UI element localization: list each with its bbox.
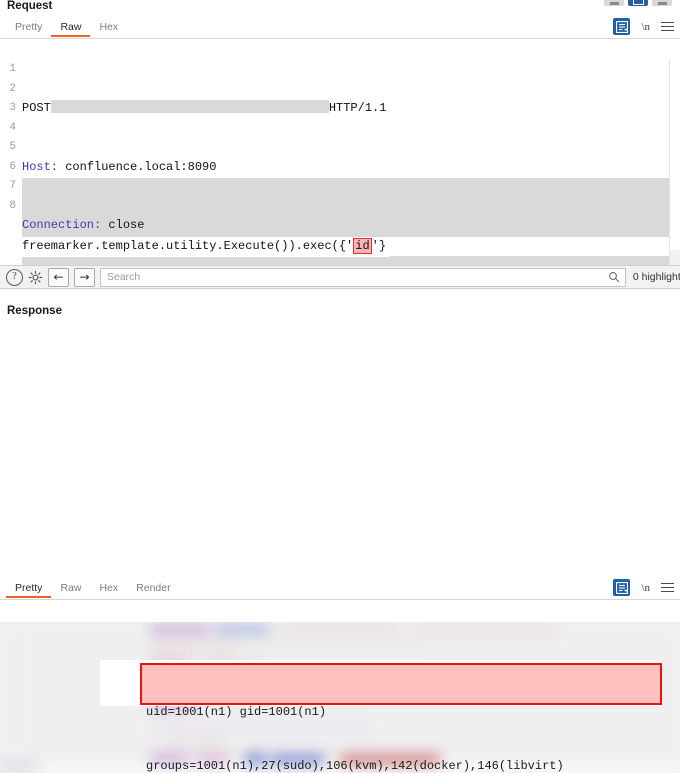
request-tab-bar: Pretty Raw Hex \n bbox=[0, 17, 680, 39]
tab-request-pretty[interactable]: Pretty bbox=[6, 18, 51, 37]
word-wrap-icon[interactable] bbox=[613, 579, 631, 596]
search-input-wrapper[interactable] bbox=[100, 267, 626, 287]
response-toolbar: \n bbox=[613, 579, 674, 596]
search-back-button[interactable]: ← bbox=[48, 267, 69, 287]
request-line-1: POST HTTP/1.1 bbox=[22, 100, 387, 115]
tab-response-raw[interactable]: Raw bbox=[51, 579, 90, 598]
response-gutter-divider bbox=[30, 622, 31, 773]
maximize-button[interactable] bbox=[628, 0, 648, 6]
response-section-title: Response bbox=[7, 305, 62, 317]
request-toolbar: \n bbox=[613, 18, 674, 35]
tab-response-pretty[interactable]: Pretty bbox=[6, 579, 52, 598]
help-icon[interactable]: ? bbox=[6, 268, 23, 286]
response-body[interactable]: uid=1001(n1) gid=1001(n1) groups=1001(n1… bbox=[0, 622, 680, 773]
search-forward-button[interactable]: → bbox=[74, 267, 95, 287]
search-bar: ? ← → 0 highlights bbox=[0, 265, 680, 289]
request-editor[interactable]: 1 2 3 4 5 6 7 8 9 10 POSTHTTP/1.1 Host: … bbox=[0, 60, 680, 287]
newline-toggle[interactable]: \n bbox=[641, 582, 650, 594]
gear-icon[interactable] bbox=[28, 270, 43, 285]
minimize-button[interactable] bbox=[604, 0, 624, 6]
command-output-line-2: groups=1001(n1),27(sudo),106(kvm),142(do… bbox=[146, 759, 564, 773]
request-line-2: Host: confluence.local:8090 bbox=[22, 159, 217, 174]
hamburger-menu-icon[interactable] bbox=[661, 582, 674, 593]
response-tab-bar: Pretty Raw Hex Render \n bbox=[0, 578, 680, 600]
request-raw-content[interactable]: POST HTTP/1.1 Host: confluence.local:8090… bbox=[22, 60, 680, 287]
search-input[interactable] bbox=[105, 268, 607, 286]
request-payload-line: freemarker.template.utility.Execute()).e… bbox=[22, 237, 390, 257]
request-section-title: Request bbox=[7, 0, 53, 12]
request-line-3: Connection: close bbox=[22, 218, 145, 232]
tab-response-hex[interactable]: Hex bbox=[90, 579, 127, 598]
redacted-url-path bbox=[50, 100, 329, 113]
word-wrap-icon[interactable] bbox=[613, 18, 631, 35]
tab-request-raw[interactable]: Raw bbox=[51, 18, 91, 37]
command-output-highlight: uid=1001(n1) gid=1001(n1) groups=1001(n1… bbox=[140, 663, 662, 773]
highlights-count: 0 highlights bbox=[632, 271, 680, 283]
request-line-numbers: 1 2 3 4 5 6 7 8 9 10 bbox=[9, 63, 16, 287]
newline-toggle[interactable]: \n bbox=[641, 21, 650, 33]
payload-highlight-id: id bbox=[353, 238, 372, 254]
request-vertical-scrollbar[interactable] bbox=[669, 60, 680, 287]
command-output-line-1: uid=1001(n1) gid=1001(n1) bbox=[146, 705, 327, 719]
tab-response-render[interactable]: Render bbox=[127, 579, 179, 598]
magnifier-icon[interactable] bbox=[608, 271, 620, 286]
window-controls[interactable] bbox=[604, 0, 672, 6]
hamburger-menu-icon[interactable] bbox=[661, 21, 674, 32]
close-button[interactable] bbox=[652, 0, 672, 6]
tab-request-hex[interactable]: Hex bbox=[90, 18, 127, 37]
